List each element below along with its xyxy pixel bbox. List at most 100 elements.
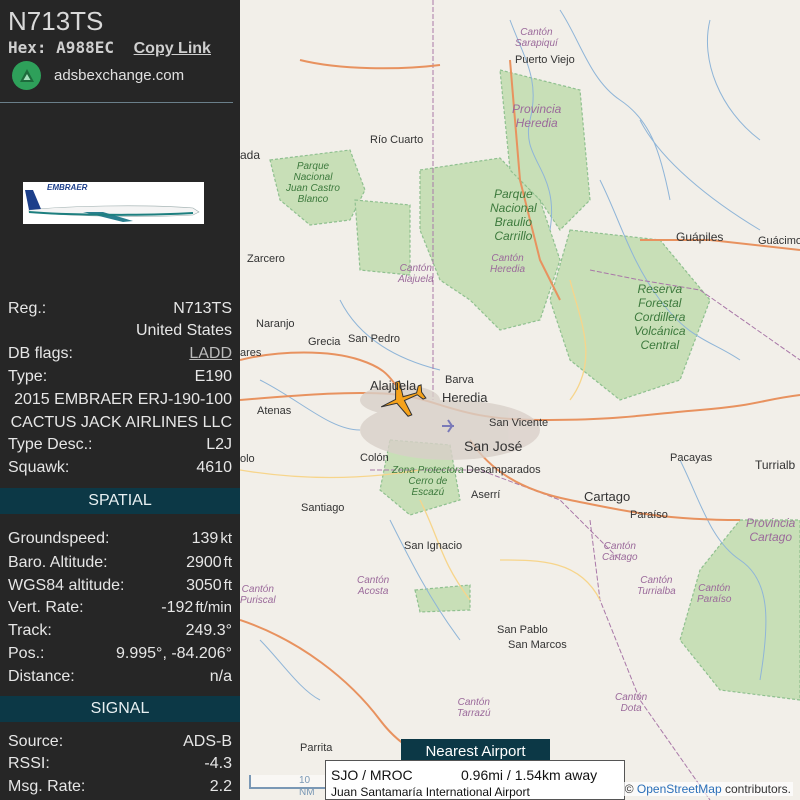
baro-unit: ft — [223, 554, 232, 571]
map-label-san-pedro: San Pedro — [348, 333, 400, 345]
type-value: E190 — [194, 368, 232, 385]
photo-brand: EMBRAER — [47, 183, 88, 192]
nearest-airport-name: Juan Santamaría International Airport — [331, 785, 530, 799]
groundspeed-value: 139 — [191, 530, 219, 547]
hex-label: Hex: — [8, 38, 47, 57]
divider — [0, 102, 233, 103]
map-label-puerto-viejo: Puerto Viejo — [515, 54, 575, 66]
wgs-row: WGS84 altitude: 3050 ft — [8, 577, 232, 595]
map-label-turrialba: Turrialb — [755, 458, 796, 472]
map-label-ares: ares — [240, 347, 262, 359]
osm-link[interactable]: OpenStreetMap — [637, 782, 722, 796]
site-link[interactable]: adsbexchange.com — [54, 67, 184, 84]
groundspeed-row: Groundspeed: 139 kt — [8, 530, 232, 548]
nearest-airport-panel: SJO / MROC 0.96mi / 1.54km away Juan San… — [325, 760, 625, 800]
map-label-atenas: Atenas — [257, 405, 292, 417]
map-attribution: © OpenStreetMap contributors. — [622, 782, 793, 796]
msgrate-label: Msg. Rate: — [8, 778, 86, 795]
map-view[interactable]: Cantón Sarapiquí Puerto Viejo Provincia … — [240, 0, 800, 800]
attribution-suffix: contributors. — [724, 782, 791, 796]
map-label-heredia: Heredia — [442, 390, 488, 405]
map-label-rio-cuarto: Río Cuarto — [370, 134, 424, 146]
map-label-san-pablo: San Pablo — [497, 624, 548, 636]
reg-row: Reg.: N713TS — [8, 300, 232, 318]
attribution-prefix: © — [624, 782, 634, 796]
rssi-label: RSSI: — [8, 755, 50, 772]
map-label-barva: Barva — [445, 374, 474, 386]
map-label-canton-alajuela: Cantón Alajuela — [398, 263, 434, 285]
reg-value: N713TS — [173, 300, 232, 317]
squawk-row: Squawk: 4610 — [8, 459, 232, 477]
map-label-canton-acosta: Cantón Acosta — [357, 575, 390, 597]
baro-label: Baro. Altitude: — [8, 554, 108, 571]
distance-value: n/a — [209, 668, 232, 685]
typedesc-row: Type Desc.: L2J — [8, 436, 232, 454]
source-label: Source: — [8, 733, 64, 750]
model-value: 2015 EMBRAER ERJ-190-100 — [14, 391, 232, 408]
map-label-canton-paraiso: Cantón Paraíso — [697, 583, 732, 605]
map-label-provincia-heredia: Provincia Heredia — [512, 102, 562, 130]
signal-header[interactable]: SIGNAL — [0, 696, 240, 722]
map-label-alajuela: Alajuela — [370, 378, 417, 393]
map-label-canton-heredia: Cantón Heredia — [490, 253, 526, 275]
map-label-pacayas: Pacayas — [670, 452, 713, 464]
copy-link-button[interactable]: Copy Link — [134, 40, 211, 57]
map-label-reserva: Reserva Forestal Cordillera Volcánica Ce… — [634, 282, 686, 352]
map-label-parrita: Parrita — [300, 742, 333, 754]
reg-label: Reg.: — [8, 300, 47, 317]
map-label-sarapiqui: Cantón Sarapiquí — [515, 27, 558, 49]
pos-value: 9.995°, -84.206° — [116, 645, 232, 662]
map-label-canton-puriscal: Cantón Puriscal — [240, 584, 276, 606]
nearest-airport-codes: SJO / MROC — [331, 767, 413, 783]
map-label-san-ignacio: San Ignacio — [404, 540, 463, 552]
rssi-row: RSSI: -4.3 — [8, 755, 232, 773]
track-row: Track: 249.3° — [8, 622, 232, 640]
wgs-unit: ft — [223, 577, 232, 594]
map-label-braulio: Parque Nacional Braulio Carrillo — [490, 187, 537, 243]
map-label-colon: Colón — [360, 452, 389, 464]
type-row: Type: E190 — [8, 368, 232, 386]
map-label-canton-tarrazu: Cantón Tarrazú — [457, 697, 491, 719]
map-label-guacimo: Guácimo — [758, 235, 800, 247]
dbflags-label: DB flags: — [8, 345, 73, 362]
wgs-value: 3050 — [186, 577, 222, 594]
pos-row: Pos.: 9.995°, -84.206° — [8, 645, 232, 663]
map-label-san-jose: San José — [464, 438, 523, 454]
distance-label: Distance: — [8, 668, 75, 685]
track-label: Track: — [8, 622, 52, 639]
map-label-canton-dota: Cantón Dota — [615, 692, 648, 714]
hex-line: Hex: A988EC Copy Link — [8, 38, 211, 58]
map-label-grecia: Grecia — [308, 336, 341, 348]
map-label-san-vicente: San Vicente — [489, 417, 549, 429]
map-label-san-marcos: San Marcos — [508, 639, 567, 651]
source-value: ADS-B — [183, 733, 232, 750]
map-label-guapiles: Guápiles — [676, 230, 724, 244]
aircraft-photo[interactable]: EMBRAER — [23, 182, 204, 224]
map-label-naranjo: Naranjo — [256, 318, 295, 330]
squawk-value: 4610 — [196, 459, 232, 476]
vrate-unit: ft/min — [195, 599, 232, 616]
baro-value: 2900 — [186, 554, 222, 571]
map-label-santiago: Santiago — [301, 502, 345, 514]
dbflags-row: DB flags: LADD — [8, 345, 232, 363]
map-label-provincia-cartago: Provincia Cartago — [746, 516, 796, 544]
map-label-cartago: Cartago — [584, 489, 631, 504]
baro-row: Baro. Altitude: 2900 ft — [8, 554, 232, 572]
map-label-aserri: Aserrí — [471, 489, 501, 501]
map-label-ada: ada — [240, 148, 261, 162]
site-row[interactable]: adsbexchange.com — [12, 61, 184, 90]
groundspeed-unit: kt — [220, 530, 232, 547]
map-label-canton-turrialba: Cantón Turrialba — [637, 575, 676, 597]
adsbx-logo-icon — [12, 61, 41, 90]
rssi-value: -4.3 — [204, 755, 232, 772]
typedesc-label: Type Desc.: — [8, 436, 93, 453]
map-label-juan-castro: Parque Nacional Juan Castro Blanco — [286, 161, 340, 205]
map-label-paraiso: Paraíso — [630, 509, 668, 521]
operator-value: CACTUS JACK AIRLINES LLC — [10, 414, 232, 431]
distance-row: Distance: n/a — [8, 668, 232, 686]
dbflags-link[interactable]: LADD — [189, 345, 232, 363]
map-label-zona-protectora: Zona Protectora Cerro de Escazú — [392, 465, 464, 498]
spatial-header[interactable]: SPATIAL — [0, 488, 240, 514]
callsign: N713TS — [8, 6, 104, 36]
type-label: Type: — [8, 368, 48, 385]
